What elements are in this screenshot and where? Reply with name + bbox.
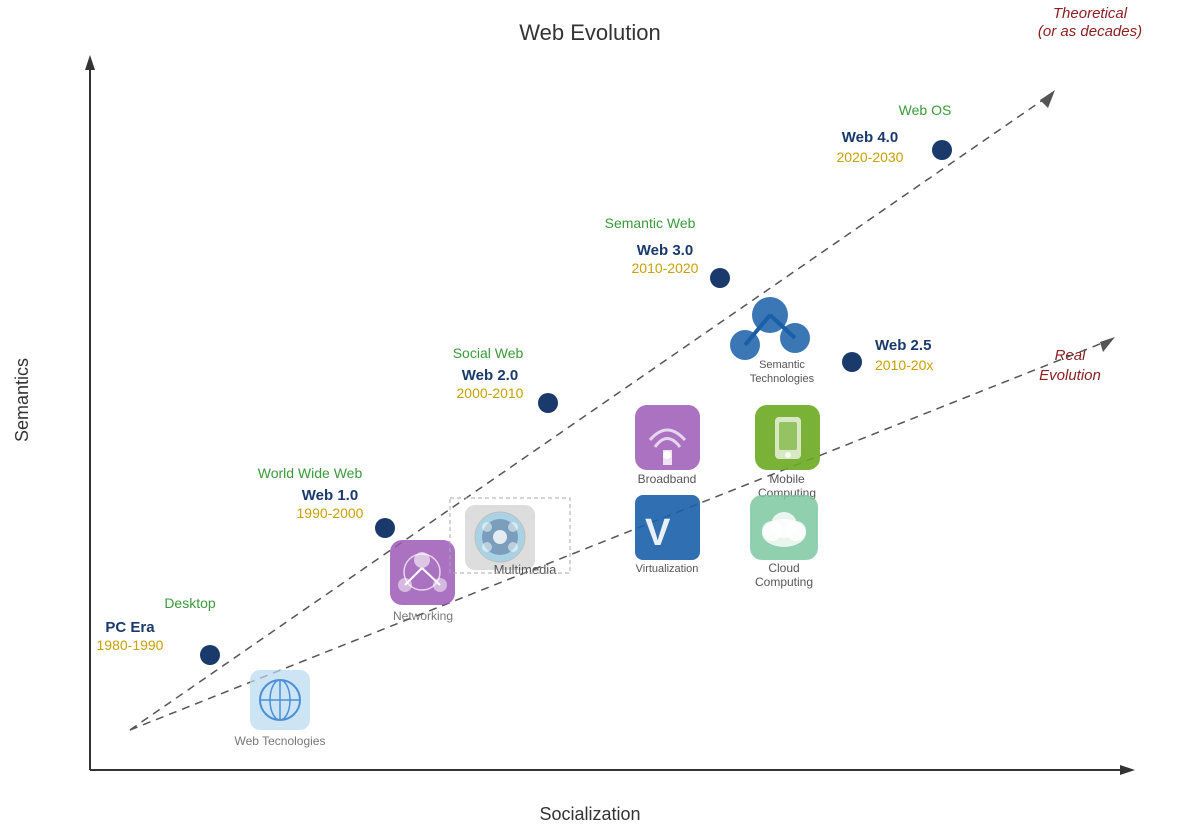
pc-era-dot [200,645,220,665]
multimedia-label: Multimedia [494,562,558,577]
semantic-tech-icon [730,297,810,360]
semantic-tech-label2: Technologies [750,373,815,385]
theoretical-label-2: (or as decades) [1038,23,1142,40]
web10-label: Web 1.0 [302,487,358,504]
broadband-icon [635,405,700,470]
web20-dot [538,393,558,413]
real-evolution-label-2: Evolution [1039,367,1101,384]
theoretical-label: Theoretical [1053,5,1128,22]
web-technologies-label: Web Tecnologies [235,734,326,748]
x-axis-label: Socialization [539,804,640,824]
web40-category: Web OS [899,102,952,118]
web30-years: 2010-2020 [632,260,699,276]
web40-label: Web 4.0 [842,129,898,146]
networking-icon [390,540,455,605]
web30-dot [710,268,730,288]
web25-label: Web 2.5 [875,337,931,354]
web30-category: Semantic Web [605,215,696,231]
web10-years: 1990-2000 [297,505,364,521]
chart-title: Web Evolution [519,20,660,45]
cloud-computing-label: Cloud [768,561,799,575]
virtualization-label: Virtualization [636,563,699,575]
cloud-computing-label2: Computing [755,575,813,589]
y-axis-label: Semantics [12,358,32,442]
cloud-computing-icon [750,495,818,560]
web25-years: 2010-20x [875,357,933,373]
multimedia-icon [465,505,535,570]
web30-label: Web 3.0 [637,242,693,259]
pc-era-years: 1980-1990 [97,637,164,653]
web10-category: World Wide Web [258,465,363,481]
web-technologies-icon [250,670,310,730]
mobile-computing-icon [755,405,820,470]
web40-dot [932,140,952,160]
mobile-computing-label: Mobile [769,472,805,486]
semantic-tech-label: Semantic [759,359,805,371]
web20-years: 2000-2010 [457,385,524,401]
virtualization-icon: V [635,495,700,560]
pc-era-label: PC Era [105,619,155,636]
web40-years: 2020-2030 [837,149,904,165]
networking-label: Networking [393,609,453,623]
broadband-label: Broadband [638,472,697,486]
svg-text:V: V [645,512,671,554]
pc-era-category: Desktop [164,595,216,611]
web20-category: Social Web [453,345,524,361]
web20-label: Web 2.0 [462,367,518,384]
chart-container: Web Evolution Theoretical (or as decades… [0,0,1178,831]
web10-dot [375,518,395,538]
web25-dot [842,352,862,372]
